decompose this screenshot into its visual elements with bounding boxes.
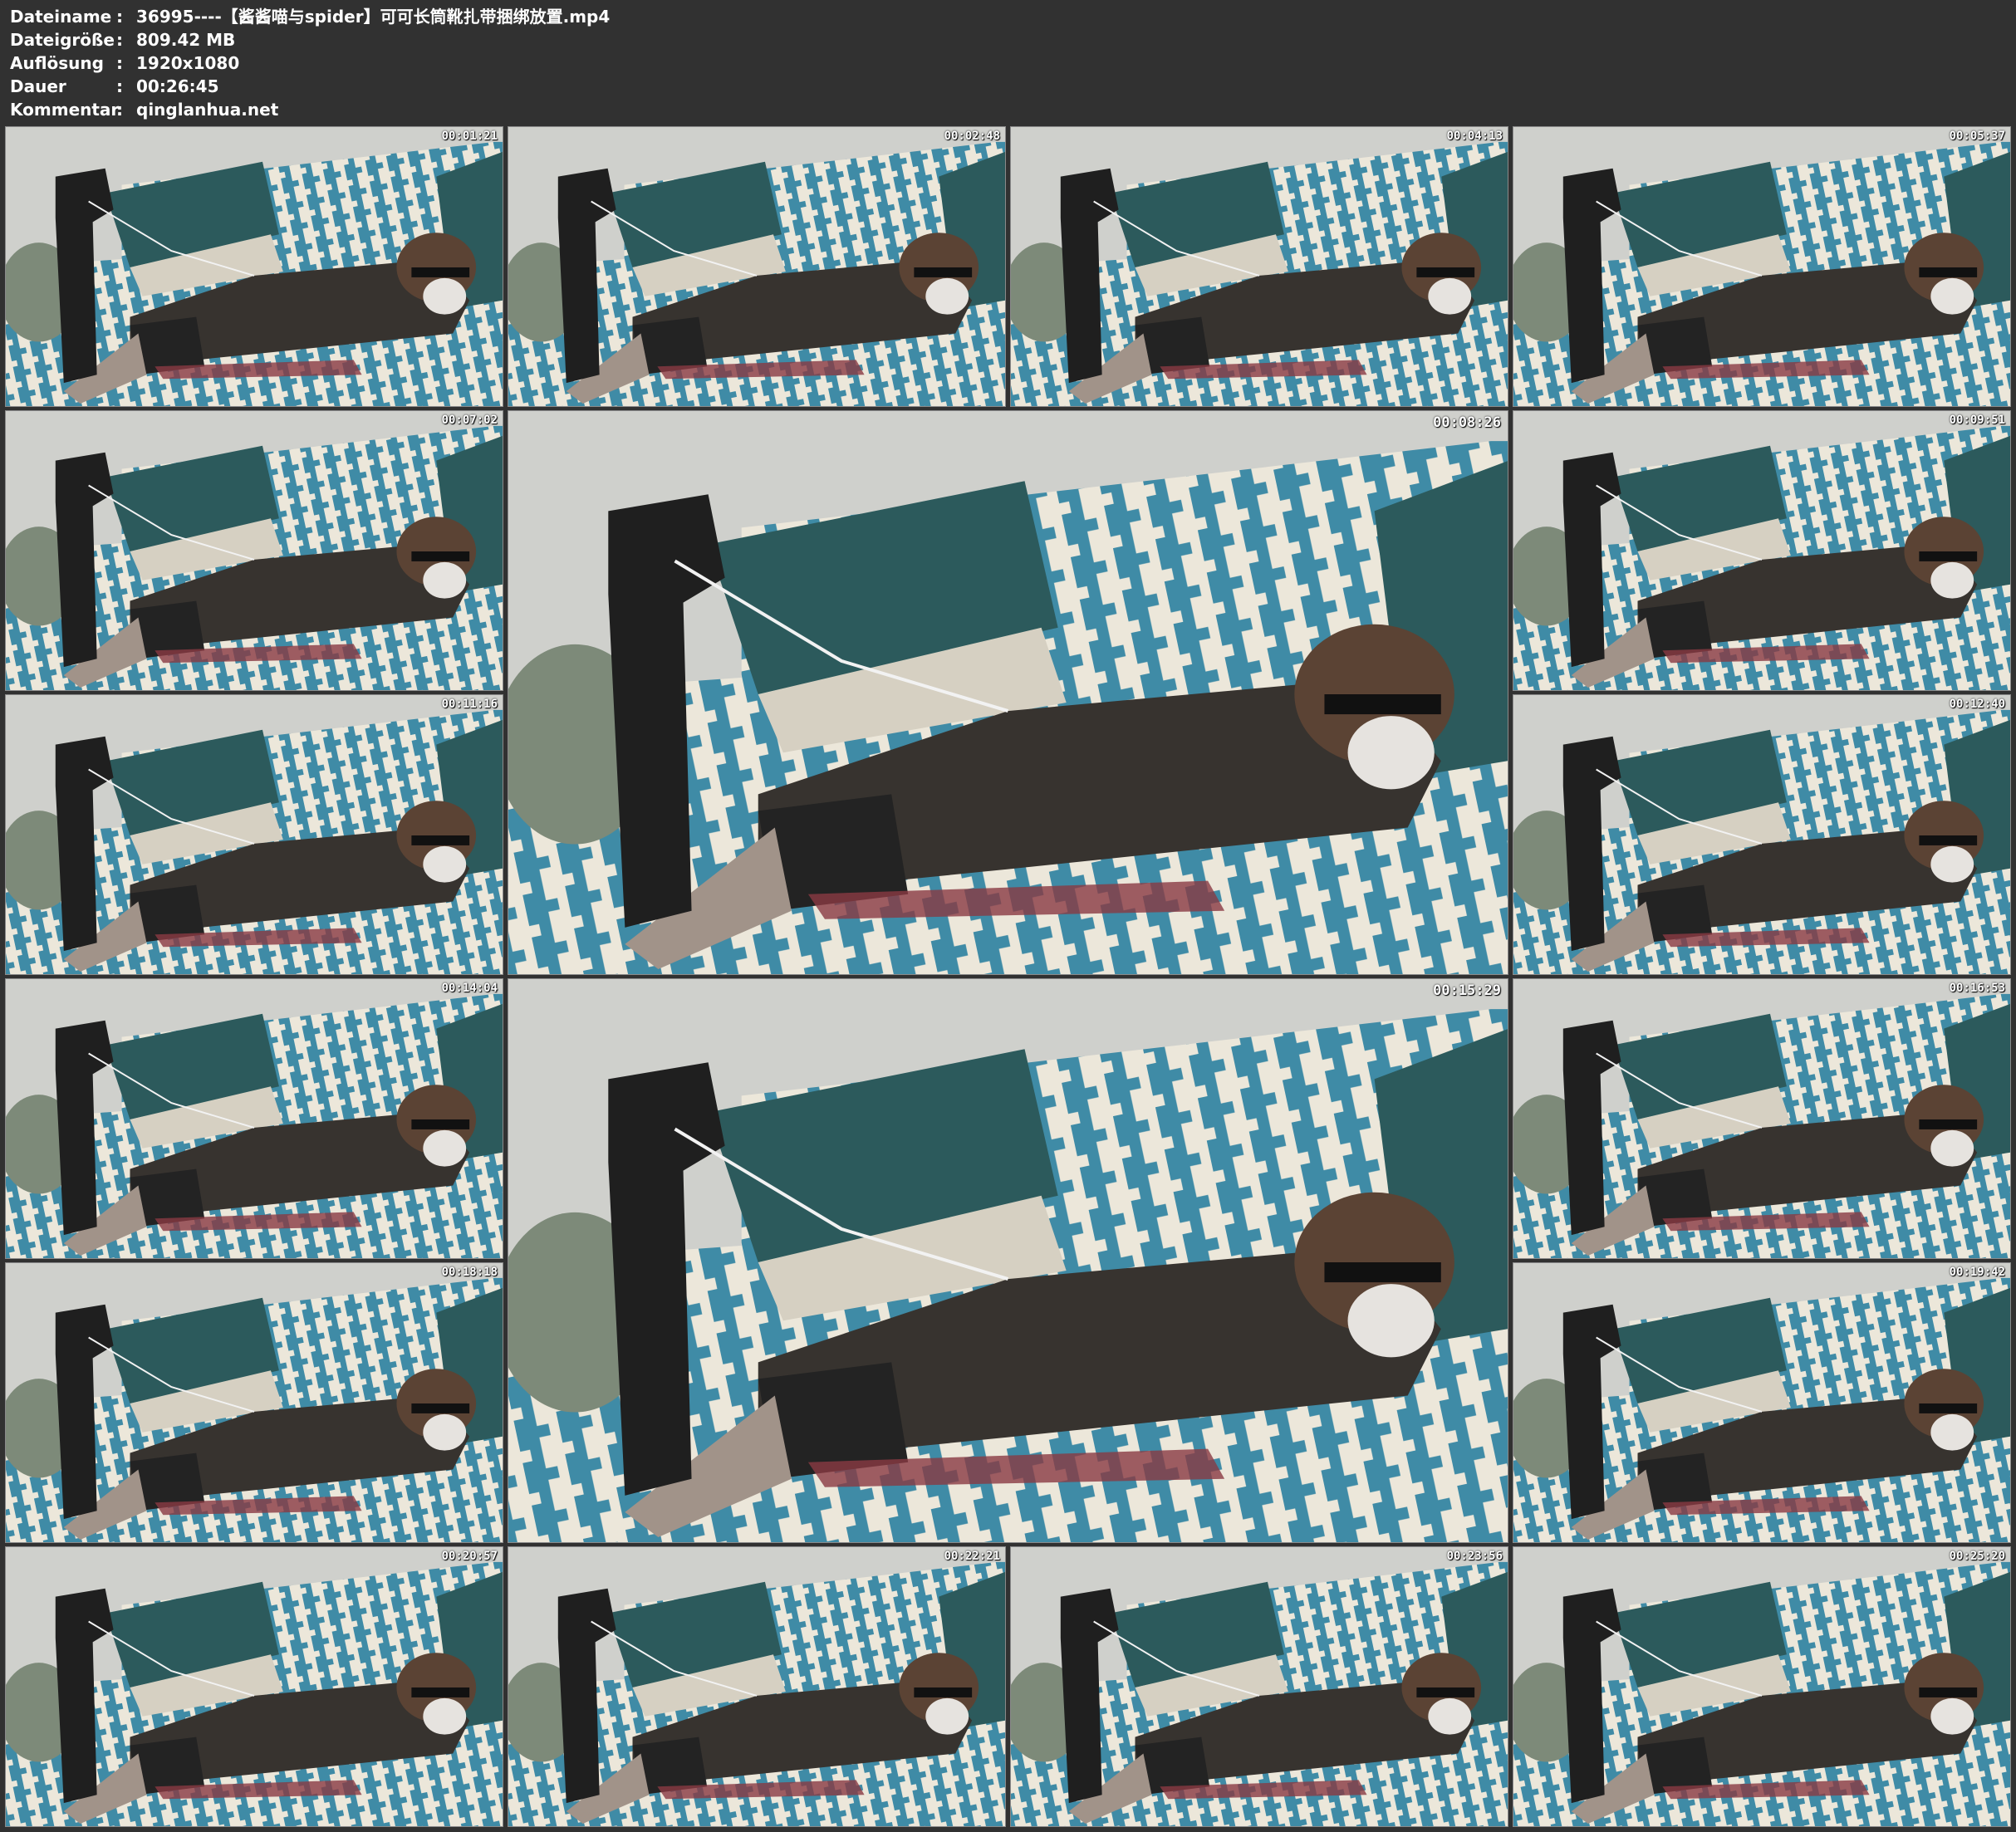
thumbnail-timestamp: 00:23:56 <box>1446 1550 1503 1563</box>
video-thumbnail: 00:12:40 <box>1513 694 2011 975</box>
video-thumbnail: 00:15:29 <box>508 978 1508 1543</box>
thumbnail-timestamp: 00:15:29 <box>1433 982 1501 999</box>
thumbnail-timestamp: 00:01:21 <box>441 130 498 143</box>
video-thumbnail: 00:07:02 <box>5 410 503 691</box>
video-frame <box>1513 695 2010 974</box>
video-frame <box>1513 1547 2010 1826</box>
thumbnail-timestamp: 00:11:16 <box>441 698 498 711</box>
thumbnail-grid: 00:01:21 00:02:48 00:04:13 00:05:37 00:07:02… <box>0 0 2016 1832</box>
video-frame <box>1513 411 2010 690</box>
video-frame <box>508 1547 1005 1826</box>
thumbnail-timestamp: 00:09:51 <box>1949 414 2005 427</box>
video-thumbnail: 00:23:56 <box>1010 1546 1508 1827</box>
thumbnail-timestamp: 00:12:40 <box>1949 698 2005 711</box>
thumbnail-timestamp: 00:04:13 <box>1446 130 1503 143</box>
video-thumbnail: 00:02:48 <box>508 126 1006 407</box>
video-thumbnail: 00:01:21 <box>5 126 503 407</box>
video-frame <box>508 979 1508 1542</box>
thumbnail-timestamp: 00:16:53 <box>1949 982 2005 995</box>
video-frame <box>1513 127 2010 406</box>
video-frame <box>6 979 503 1258</box>
video-frame <box>1011 1547 1508 1826</box>
video-thumbnail: 00:05:37 <box>1513 126 2011 407</box>
video-frame <box>6 1547 503 1826</box>
thumbnail-timestamp: 00:18:18 <box>441 1266 498 1279</box>
video-thumbnail: 00:19:42 <box>1513 1262 2011 1543</box>
video-frame <box>508 411 1508 974</box>
video-thumbnail: 00:11:16 <box>5 694 503 975</box>
video-thumbnail: 00:18:18 <box>5 1262 503 1543</box>
video-thumbnail: 00:04:13 <box>1010 126 1508 407</box>
thumbnail-timestamp: 00:05:37 <box>1949 130 2005 143</box>
video-frame <box>1513 1263 2010 1542</box>
video-thumbnail: 00:16:53 <box>1513 978 2011 1259</box>
thumbnail-timestamp: 00:07:02 <box>441 414 498 427</box>
video-frame <box>508 127 1005 406</box>
video-frame <box>6 695 503 974</box>
video-frame <box>6 1263 503 1542</box>
video-thumbnail: 00:08:26 <box>508 410 1508 975</box>
video-thumbnail: 00:20:57 <box>5 1546 503 1827</box>
thumbnail-timestamp: 00:14:04 <box>441 982 498 995</box>
thumbnail-timestamp: 00:22:21 <box>944 1550 1000 1563</box>
video-thumbnail: 00:09:51 <box>1513 410 2011 691</box>
thumbnail-timestamp: 00:19:42 <box>1949 1266 2005 1279</box>
video-thumbnail: 00:14:04 <box>5 978 503 1259</box>
video-frame <box>6 127 503 406</box>
video-frame <box>1513 979 2010 1258</box>
thumbnail-timestamp: 00:20:57 <box>441 1550 498 1563</box>
thumbnail-timestamp: 00:08:26 <box>1433 414 1501 431</box>
thumbnail-timestamp: 00:02:48 <box>944 130 1000 143</box>
thumbnail-timestamp: 00:25:20 <box>1949 1550 2005 1563</box>
video-thumbnail: 00:22:21 <box>508 1546 1006 1827</box>
video-thumbnail: 00:25:20 <box>1513 1546 2011 1827</box>
video-frame <box>6 411 503 690</box>
video-frame <box>1011 127 1508 406</box>
